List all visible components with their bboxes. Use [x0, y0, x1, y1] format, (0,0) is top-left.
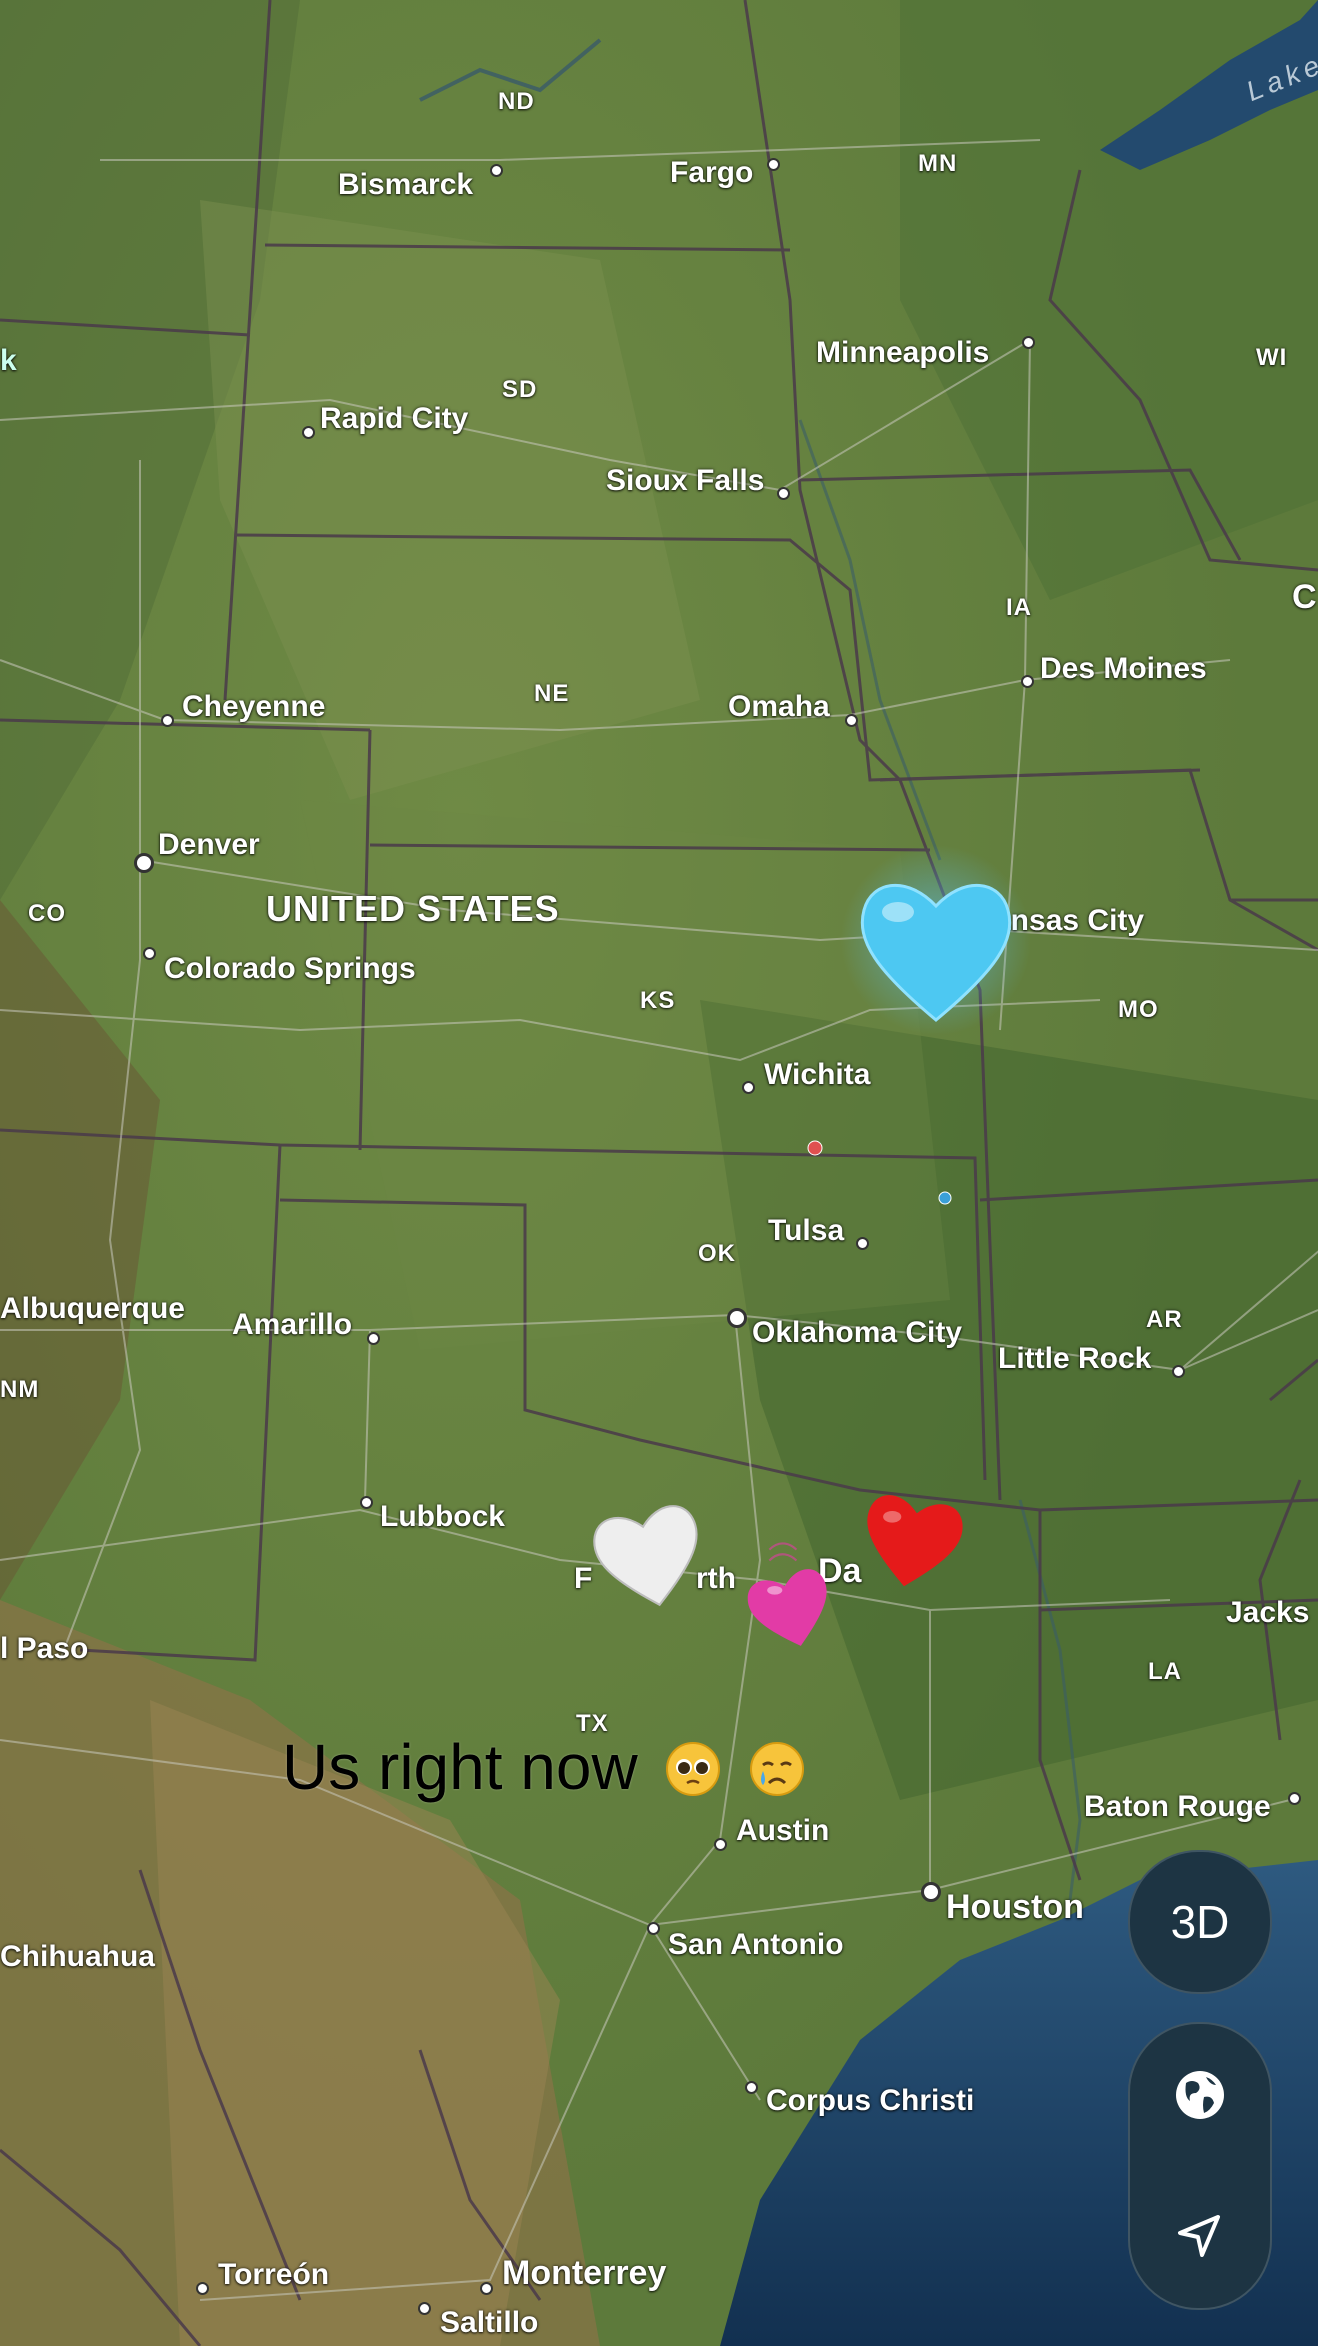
city-dot	[143, 947, 156, 960]
city-dot	[767, 158, 780, 171]
state-label-sd: SD	[502, 376, 538, 403]
city-dot	[647, 1922, 660, 1935]
city-wichita[interactable]: Wichita	[764, 1058, 870, 1092]
city-minneapolis[interactable]: Minneapolis	[816, 336, 989, 370]
city-torreon[interactable]: Torreón	[218, 2258, 329, 2292]
city-dot	[367, 1332, 380, 1345]
3d-mode-button[interactable]: 3D	[1128, 1850, 1272, 1994]
state-label-ar: AR	[1146, 1306, 1183, 1333]
state-label-la: LA	[1148, 1658, 1182, 1685]
city-baton-rouge[interactable]: Baton Rouge	[1084, 1790, 1271, 1824]
city-sioux-falls[interactable]: Sioux Falls	[606, 464, 764, 498]
city-dot	[856, 1237, 869, 1250]
city-chihuahua[interactable]: Chihuahua	[0, 1940, 155, 1974]
city-el-paso[interactable]: l Paso	[0, 1632, 88, 1666]
caption-text: Us right now	[282, 1731, 638, 1803]
city-dot	[1172, 1365, 1185, 1378]
city-jackson[interactable]: Jacks	[1226, 1596, 1309, 1630]
globe-icon	[1176, 2071, 1224, 2119]
state-label-nm: NM	[0, 1376, 40, 1403]
city-dot	[727, 1308, 747, 1328]
city-tulsa[interactable]: Tulsa	[768, 1214, 844, 1248]
city-fargo[interactable]: Fargo	[670, 156, 753, 190]
city-dot	[480, 2282, 493, 2295]
edge-label-k: k	[0, 344, 17, 377]
city-monterrey[interactable]: Monterrey	[502, 2254, 666, 2293]
state-label-ok: OK	[698, 1240, 736, 1267]
city-corpus-christi[interactable]: Corpus Christi	[766, 2084, 974, 2118]
city-oklahoma-city[interactable]: Oklahoma City	[752, 1316, 962, 1350]
pleading-face-icon	[666, 1742, 721, 1796]
city-lubbock[interactable]: Lubbock	[380, 1500, 505, 1534]
city-dot	[490, 164, 503, 177]
city-dot	[196, 2282, 209, 2295]
city-bismarck[interactable]: Bismarck	[338, 168, 473, 202]
map-canvas[interactable]	[0, 0, 1318, 2346]
state-label-nd: ND	[498, 88, 535, 115]
current-location-button[interactable]	[1130, 2166, 1270, 2308]
city-denver[interactable]: Denver	[158, 828, 260, 862]
white-heart-marker[interactable]	[578, 1480, 718, 1620]
crying-face-icon	[750, 1742, 805, 1796]
city-houston[interactable]: Houston	[946, 1888, 1084, 1927]
city-dot	[845, 714, 858, 727]
city-omaha[interactable]: Omaha	[728, 690, 830, 724]
city-dot	[1021, 675, 1034, 688]
city-cheyenne[interactable]: Cheyenne	[182, 690, 325, 724]
city-dot	[921, 1882, 941, 1902]
city-albuquerque[interactable]: Albuquerque	[0, 1292, 185, 1326]
state-label-ks: KS	[640, 987, 676, 1014]
city-dot	[1022, 336, 1035, 349]
city-dot	[714, 1838, 727, 1851]
city-san-antonio[interactable]: San Antonio	[668, 1928, 844, 1962]
state-label-ia: IA	[1006, 594, 1032, 621]
state-label-ne: NE	[534, 680, 570, 707]
globe-button[interactable]	[1130, 2024, 1270, 2166]
caption: Us right now	[282, 1730, 805, 1804]
city-dot	[302, 426, 315, 439]
city-colorado-springs[interactable]: Colorado Springs	[164, 952, 416, 986]
3d-label: 3D	[1170, 1896, 1230, 1948]
map-controls	[1128, 2022, 1272, 2310]
city-amarillo[interactable]: Amarillo	[232, 1308, 352, 1342]
city-des-moines[interactable]: Des Moines	[1040, 652, 1207, 686]
city-dot	[134, 853, 154, 873]
pink-heart-marker[interactable]	[736, 1528, 846, 1658]
location-arrow-icon	[1178, 2215, 1220, 2257]
state-label-wi: WI	[1256, 344, 1288, 371]
city-rapid-city[interactable]: Rapid City	[320, 402, 468, 436]
city-austin[interactable]: Austin	[736, 1814, 829, 1848]
city-dot	[777, 487, 790, 500]
state-label-mo: MO	[1118, 996, 1159, 1023]
city-saltillo[interactable]: Saltillo	[440, 2306, 538, 2340]
city-dot	[742, 1081, 755, 1094]
red-heart-marker[interactable]	[848, 1470, 978, 1600]
city-dot	[418, 2302, 431, 2315]
edge-label-c: C	[1292, 578, 1317, 616]
country-label: UNITED STATES	[266, 888, 560, 929]
city-dot	[360, 1496, 373, 1509]
state-label-mn: MN	[918, 150, 958, 177]
state-label-co: CO	[28, 900, 66, 927]
city-dot	[1288, 1792, 1301, 1805]
city-little-rock[interactable]: Little Rock	[998, 1342, 1151, 1376]
city-dot	[745, 2081, 758, 2094]
light-blue-heart-marker[interactable]	[836, 840, 1036, 1040]
city-dot	[161, 714, 174, 727]
